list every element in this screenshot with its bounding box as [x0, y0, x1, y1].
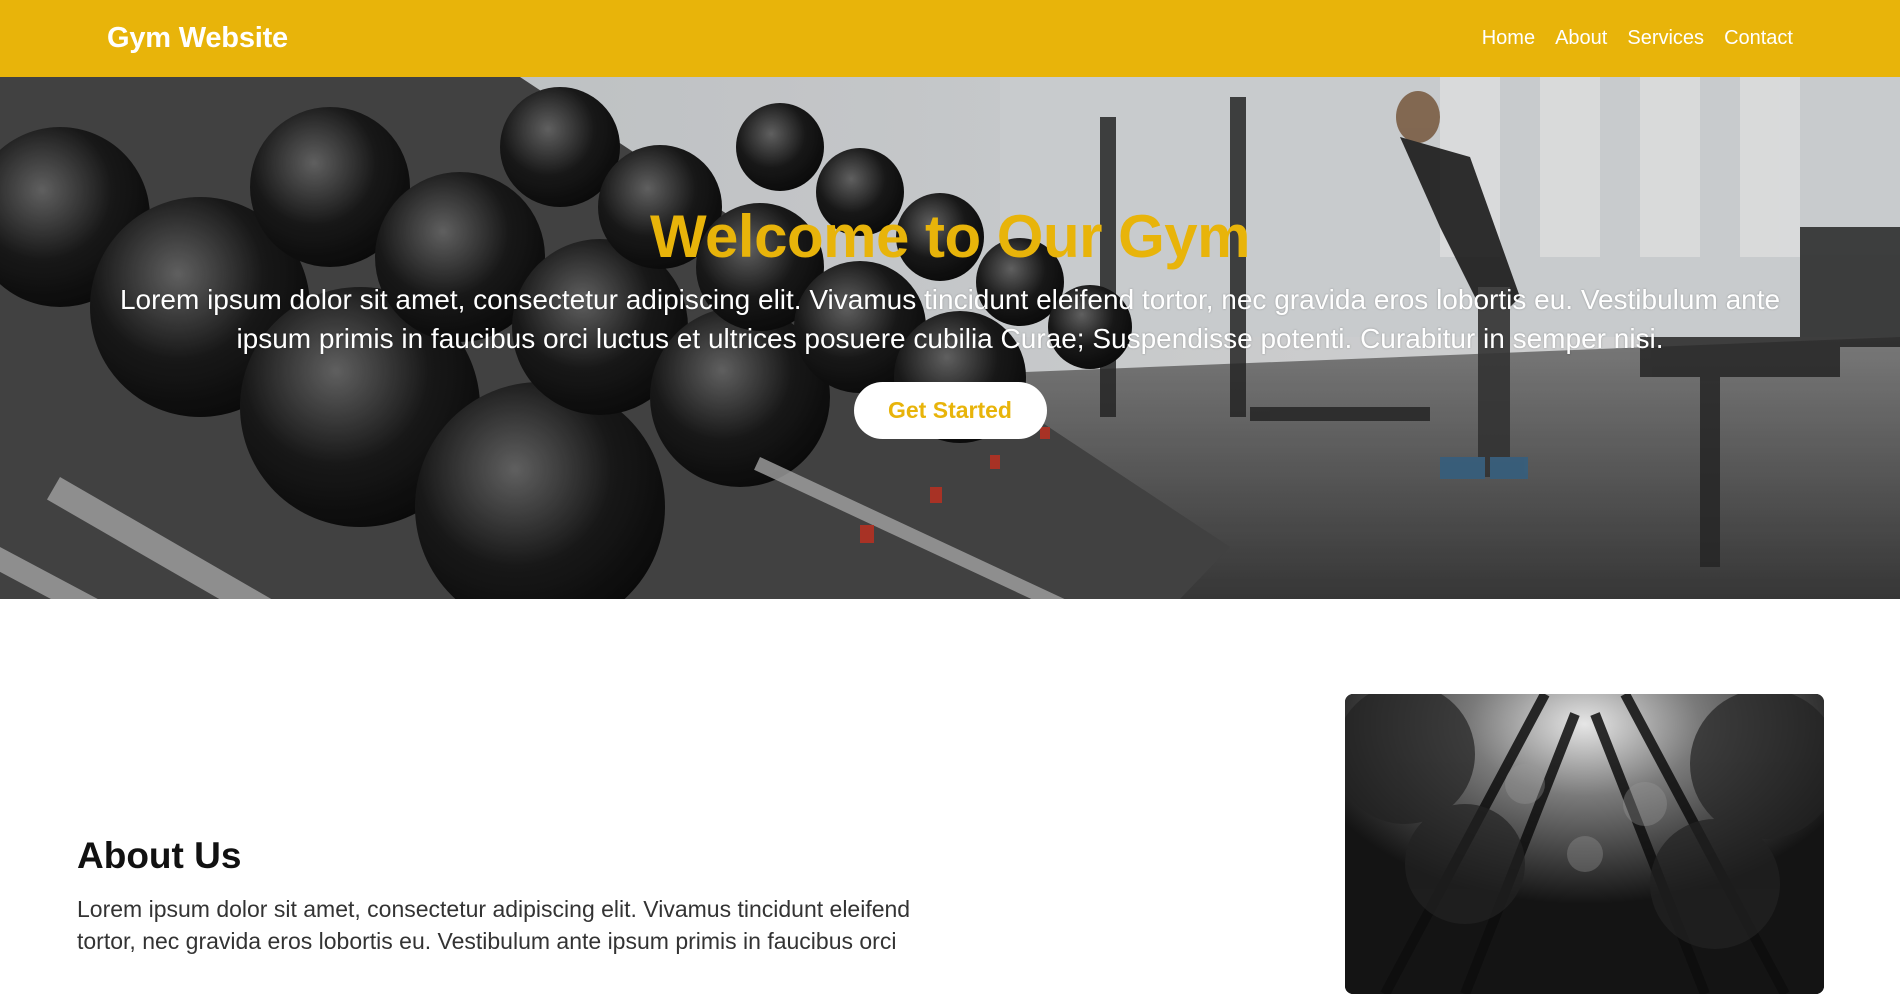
about-image [1345, 694, 1824, 994]
hero-title: Welcome to Our Gym [649, 203, 1251, 270]
about-title: About Us [77, 835, 242, 876]
hero-content: Welcome to Our Gym Lorem ipsum dolor sit… [0, 205, 1900, 439]
hero-description: Lorem ipsum dolor sit amet, consectetur … [119, 284, 1781, 354]
forest-image [1345, 694, 1824, 994]
main-nav: Home About Services Contact [1482, 27, 1793, 50]
nav-link-home[interactable]: Home [1482, 27, 1535, 50]
get-started-button[interactable]: Get Started [853, 382, 1047, 439]
about-text-block: About Us Lorem ipsum dolor sit amet, con… [77, 835, 937, 957]
about-body: Lorem ipsum dolor sit amet, consectetur … [77, 896, 911, 954]
about-section: About Us Lorem ipsum dolor sit amet, con… [0, 599, 1900, 994]
nav-link-about[interactable]: About [1555, 27, 1607, 50]
site-header: Gym Website Home About Services Contact [0, 0, 1900, 77]
hero-section: Welcome to Our Gym Lorem ipsum dolor sit… [0, 77, 1900, 599]
brand-logo[interactable]: Gym Website [107, 22, 288, 55]
nav-link-services[interactable]: Services [1627, 27, 1704, 50]
nav-link-contact[interactable]: Contact [1724, 27, 1793, 50]
